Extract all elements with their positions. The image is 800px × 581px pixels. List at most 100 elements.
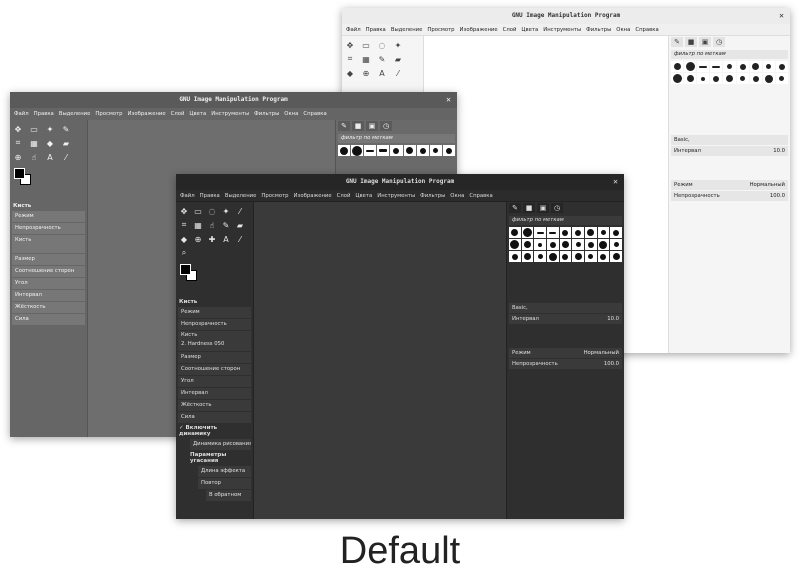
- brush-item[interactable]: [585, 239, 597, 250]
- force-slider[interactable]: Сила: [178, 412, 251, 423]
- menu-filters[interactable]: Фильтры: [586, 27, 611, 33]
- bucket-fill-icon[interactable]: ◆: [44, 137, 56, 149]
- brush-item[interactable]: [775, 61, 788, 72]
- brush-item[interactable]: [671, 73, 684, 84]
- history-tab-icon[interactable]: ◷: [713, 37, 725, 47]
- history-tab-icon[interactable]: ◷: [551, 203, 563, 213]
- brush-item[interactable]: [364, 145, 377, 156]
- menu-layer[interactable]: Слой: [171, 111, 185, 117]
- brush-item[interactable]: [351, 145, 364, 156]
- brush-item[interactable]: [610, 239, 622, 250]
- menu-image[interactable]: Изображение: [294, 193, 332, 199]
- brush-item[interactable]: [710, 61, 723, 72]
- close-icon[interactable]: ✕: [779, 8, 784, 24]
- menu-filters[interactable]: Фильтры: [420, 193, 445, 199]
- brush-item[interactable]: [338, 145, 351, 156]
- brush-item[interactable]: [572, 251, 584, 262]
- menu-windows[interactable]: Окна: [450, 193, 464, 199]
- angle-slider[interactable]: Угол: [12, 278, 85, 289]
- color-picker-icon[interactable]: ⁄: [392, 67, 404, 79]
- angle-slider[interactable]: Угол: [178, 376, 251, 387]
- brush-item[interactable]: [684, 73, 697, 84]
- rect-select-icon[interactable]: ▭: [360, 39, 372, 51]
- brush-item[interactable]: [585, 227, 597, 238]
- brush-filter-input[interactable]: фильтр по меткам: [338, 134, 455, 143]
- menu-select[interactable]: Выделение: [225, 193, 257, 199]
- brush-item[interactable]: [597, 251, 610, 262]
- menu-windows[interactable]: Окна: [616, 27, 630, 33]
- patterns-tab-icon[interactable]: ■: [523, 203, 535, 213]
- spacing-row[interactable]: Интервал 10.0: [671, 146, 788, 156]
- menu-view[interactable]: Просмотр: [261, 193, 288, 199]
- fonts-tab-icon[interactable]: ▣: [366, 121, 378, 131]
- menu-view[interactable]: Просмотр: [427, 27, 454, 33]
- menu-windows[interactable]: Окна: [284, 111, 298, 117]
- crop-icon[interactable]: ⌗: [178, 219, 190, 231]
- menu-filters[interactable]: Фильтры: [254, 111, 279, 117]
- brush-item[interactable]: [509, 251, 521, 262]
- opacity-slider[interactable]: Непрозрачность: [178, 319, 251, 330]
- dynamics-preset[interactable]: Динамика рисования: [190, 439, 251, 450]
- brush-item[interactable]: [610, 227, 622, 238]
- brush-item[interactable]: [442, 145, 455, 156]
- layers-mode-row[interactable]: Режим Нормальный: [509, 348, 622, 358]
- history-tab-icon[interactable]: ◷: [380, 121, 392, 131]
- menu-colors[interactable]: Цвета: [521, 27, 538, 33]
- layers-opacity-row[interactable]: Непрозрачность 100.0: [671, 191, 788, 201]
- menu-tools[interactable]: Инструменты: [543, 27, 581, 33]
- aspect-slider[interactable]: Соотношение сторон: [12, 266, 85, 277]
- menu-help[interactable]: Справка: [469, 193, 492, 199]
- brush-item[interactable]: [534, 239, 546, 250]
- layers-mode-row[interactable]: Режим Нормальный: [671, 180, 788, 190]
- brush-item[interactable]: [684, 61, 697, 72]
- menu-select[interactable]: Выделение: [391, 27, 423, 33]
- brush-item[interactable]: [416, 145, 429, 156]
- move-icon[interactable]: ✥: [178, 205, 190, 217]
- force-slider[interactable]: Сила: [12, 314, 85, 325]
- brush-selector[interactable]: Кисть 2. Hardness 050: [178, 331, 251, 351]
- fuzzy-select-icon[interactable]: ✦: [220, 205, 232, 217]
- fade-length[interactable]: Длина эффекта: [198, 466, 251, 477]
- brush-item[interactable]: [775, 73, 788, 84]
- brush-item[interactable]: [736, 73, 749, 84]
- brush-item[interactable]: [547, 239, 559, 250]
- paintbrush-icon[interactable]: ✎: [60, 123, 72, 135]
- brush-item[interactable]: [534, 227, 546, 238]
- hardness-slider[interactable]: Жёсткость: [178, 400, 251, 411]
- brush-item[interactable]: [723, 73, 736, 84]
- brush-item[interactable]: [710, 73, 723, 84]
- brush-selector[interactable]: Кисть: [12, 235, 85, 253]
- move-icon[interactable]: ✥: [344, 39, 356, 51]
- brush-item[interactable]: [403, 145, 416, 156]
- menu-tools[interactable]: Инструменты: [211, 111, 249, 117]
- brush-item[interactable]: [390, 145, 403, 156]
- close-icon[interactable]: ✕: [613, 174, 618, 190]
- fonts-tab-icon[interactable]: ▣: [699, 37, 711, 47]
- menu-edit[interactable]: Правка: [200, 193, 220, 199]
- dynamics-checkbox[interactable]: ✓ Включить динамику: [176, 424, 253, 438]
- brush-item[interactable]: [559, 227, 572, 238]
- brushes-tab-icon[interactable]: ✎: [671, 37, 683, 47]
- menu-layer[interactable]: Слой: [337, 193, 351, 199]
- fade-repeat[interactable]: Повтор: [198, 478, 251, 489]
- menu-help[interactable]: Справка: [303, 111, 326, 117]
- warp-icon[interactable]: ▦: [360, 53, 372, 65]
- color-picker-icon[interactable]: ⁄: [234, 205, 246, 217]
- text-icon[interactable]: A: [220, 233, 232, 245]
- menu-edit[interactable]: Правка: [34, 111, 54, 117]
- clone-icon[interactable]: ⊕: [360, 67, 372, 79]
- brush-item[interactable]: [585, 251, 597, 262]
- brush-item[interactable]: [749, 73, 762, 84]
- brush-filter-input[interactable]: фильтр по меткам: [509, 216, 622, 225]
- brush-item[interactable]: [610, 251, 622, 262]
- fuzzy-select-icon[interactable]: ✦: [44, 123, 56, 135]
- patterns-tab-icon[interactable]: ■: [685, 37, 697, 47]
- brush-item[interactable]: [521, 251, 534, 262]
- fonts-tab-icon[interactable]: ▣: [537, 203, 549, 213]
- menu-file[interactable]: Файл: [180, 193, 195, 199]
- menu-select[interactable]: Выделение: [59, 111, 91, 117]
- menu-file[interactable]: Файл: [14, 111, 29, 117]
- warp-icon[interactable]: ▦: [192, 219, 204, 231]
- brush-item[interactable]: [572, 239, 584, 250]
- brush-item[interactable]: [597, 239, 610, 250]
